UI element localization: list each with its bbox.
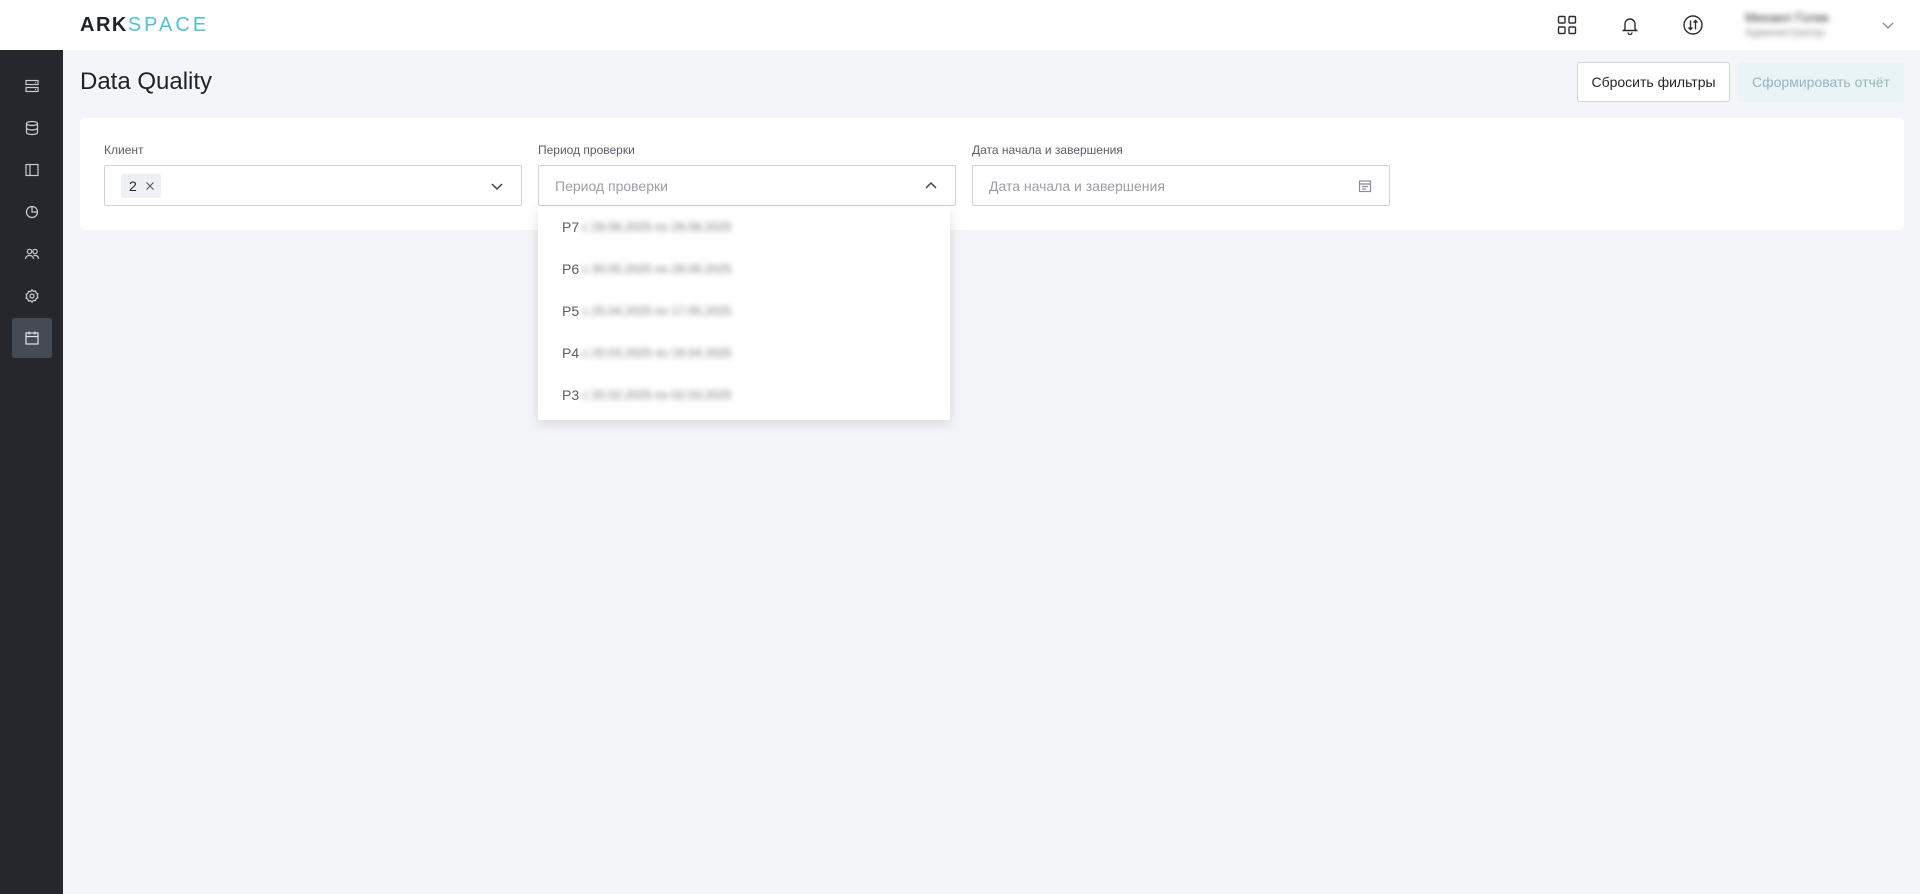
settings-icon [25,288,39,304]
calendar-icon [25,331,39,345]
apps-grid-icon[interactable] [1555,13,1579,37]
client-select[interactable]: 2 [104,165,522,206]
logo-ark: ARK [80,14,128,36]
server-list-icon [25,79,39,93]
client-label: Клиент [104,143,144,157]
pie-chart-icon [25,205,39,219]
close-icon[interactable] [145,181,155,191]
date-range-placeholder: Дата начала и завершения [989,178,1165,194]
generate-report-button[interactable]: Сформировать отчёт [1738,62,1904,102]
period-option-p7[interactable]: P7 с 29.06.2025 по 29.08.2025 [538,206,950,248]
period-option-p3[interactable]: P3 с 20.02.2025 по 02.03.2025 [538,374,950,416]
sidebar-item-analytics[interactable] [12,192,52,232]
user-profile[interactable]: Михаил Голик Администратор [1745,10,1865,40]
period-option-p4[interactable]: P4 с 20.03.2025 по 19.04.2025 [538,332,950,374]
client-tag-label: 2 [129,178,137,194]
logo[interactable]: ARKSPACE [80,14,209,36]
period-dropdown: P7 с 29.06.2025 по 29.08.2025 P6 с 30.05… [538,206,950,420]
page-title: Data Quality [80,68,213,95]
panel-icon [25,163,39,177]
sidebar-item-servers[interactable] [12,66,52,106]
users-icon [24,248,40,260]
period-option-p6[interactable]: P6 с 30.05.2025 по 28.06.2025 [538,248,950,290]
bell-icon[interactable] [1618,13,1642,37]
client-tag: 2 [121,174,161,198]
database-icon [25,120,39,136]
top-bar: ARKSPACE Михаил Голик Администратор [0,0,1920,50]
sidebar-item-panel[interactable] [12,150,52,190]
reset-filters-button[interactable]: Сбросить фильтры [1577,62,1730,102]
period-option-p5[interactable]: P5 с 25.04.2025 по 17.05.2025 [538,290,950,332]
chevron-down-icon[interactable] [489,178,505,194]
period-select[interactable]: Период проверки [538,165,956,206]
user-name: Михаил Голик [1745,10,1829,25]
sync-icon[interactable] [1681,13,1705,37]
sidebar-item-settings[interactable] [12,276,52,316]
period-label: Период проверки [538,143,635,157]
sidebar-item-users[interactable] [12,234,52,274]
logo-space: SPACE [127,14,210,36]
sidebar-item-calendar[interactable] [12,318,52,358]
sidebar [0,50,63,894]
calendar-icon[interactable] [1357,178,1373,194]
sidebar-item-database[interactable] [12,108,52,148]
user-role: Администратор [1745,27,1825,39]
chevron-up-icon[interactable] [923,178,939,194]
dates-label: Дата начала и завершения [972,143,1123,157]
period-placeholder: Период проверки [555,178,668,194]
date-range-picker[interactable]: Дата начала и завершения [972,165,1390,206]
chevron-down-icon[interactable] [1880,17,1896,33]
